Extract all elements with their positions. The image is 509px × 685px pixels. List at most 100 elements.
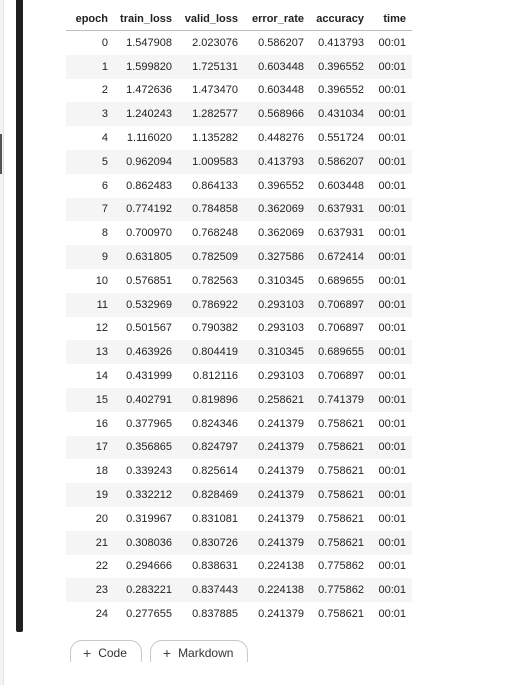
cell-time: 00:01	[370, 221, 412, 246]
cell-accuracy: 0.706897	[310, 364, 370, 388]
cell-time: 00:01	[370, 554, 412, 579]
cell-valid-loss: 2.023076	[178, 30, 244, 55]
cell-error-rate: 0.241379	[244, 435, 310, 460]
cell-epoch: 13	[66, 340, 114, 365]
cell-time: 00:01	[370, 435, 412, 460]
cell-time: 00:01	[370, 387, 412, 412]
cell-train-loss: 0.576851	[114, 268, 178, 293]
cell-train-loss: 0.377965	[114, 411, 178, 436]
cell-epoch: 4	[66, 126, 114, 150]
cell-train-loss: 0.339243	[114, 459, 178, 484]
table-row: 18 0.339243 0.825614 0.241379 0.758621 00:01	[66, 459, 412, 484]
cell-error-rate: 0.241379	[244, 459, 310, 484]
cell-output: epoch train_loss valid_loss error_rate a…	[66, 8, 412, 626]
add-code-cell-button[interactable]: + Code	[70, 640, 142, 662]
table-row: 13 0.463926 0.804419 0.310345 0.689655 00:01	[66, 340, 412, 365]
table-row: 4 1.116020 1.135282 0.448276 0.551724 00:01	[66, 126, 412, 150]
column-header-time: time	[370, 8, 412, 31]
cell-epoch: 18	[66, 459, 114, 484]
cell-valid-loss: 0.837885	[178, 602, 244, 626]
cell-accuracy: 0.706897	[310, 292, 370, 317]
cell-selection-bar[interactable]	[16, 0, 23, 632]
cell-time: 00:01	[370, 245, 412, 269]
cell-train-loss: 0.356865	[114, 435, 178, 460]
cell-accuracy: 0.396552	[310, 54, 370, 79]
cell-time: 00:01	[370, 459, 412, 484]
table-row: 16 0.377965 0.824346 0.241379 0.758621 00:01	[66, 411, 412, 436]
table-row: 23 0.283221 0.837443 0.224138 0.775862 00:01	[66, 578, 412, 603]
cell-time: 00:01	[370, 483, 412, 507]
cell-accuracy: 0.741379	[310, 387, 370, 412]
cell-train-loss: 1.599820	[114, 54, 178, 79]
column-header-train-loss: train_loss	[114, 8, 178, 31]
rail-indicator	[0, 134, 2, 174]
table-row: 12 0.501567 0.790382 0.293103 0.706897 00:01	[66, 316, 412, 341]
cell-valid-loss: 0.782509	[178, 245, 244, 269]
cell-error-rate: 0.241379	[244, 602, 310, 626]
cell-error-rate: 0.293103	[244, 292, 310, 317]
cell-error-rate: 0.224138	[244, 578, 310, 603]
cell-accuracy: 0.706897	[310, 316, 370, 341]
cell-time: 00:01	[370, 126, 412, 150]
table-row: 19 0.332212 0.828469 0.241379 0.758621 00:01	[66, 483, 412, 507]
cell-epoch: 17	[66, 435, 114, 460]
cell-time: 00:01	[370, 530, 412, 555]
cell-valid-loss: 0.768248	[178, 221, 244, 246]
notebook-page: epoch train_loss valid_loss error_rate a…	[0, 0, 509, 685]
cell-time: 00:01	[370, 364, 412, 388]
cell-valid-loss: 1.009583	[178, 149, 244, 174]
add-markdown-cell-button[interactable]: + Markdown	[149, 640, 249, 662]
cell-epoch: 19	[66, 483, 114, 507]
cell-time: 00:01	[370, 411, 412, 436]
column-header-valid-loss: valid_loss	[178, 8, 244, 31]
cell-valid-loss: 0.864133	[178, 173, 244, 198]
cell-valid-loss: 0.828469	[178, 483, 244, 507]
cell-epoch: 9	[66, 245, 114, 269]
table-row: 22 0.294666 0.838631 0.224138 0.775862 00:01	[66, 554, 412, 579]
cell-error-rate: 0.241379	[244, 506, 310, 531]
table-row: 1 1.599820 1.725131 0.603448 0.396552 00:01	[66, 54, 412, 79]
cell-error-rate: 0.293103	[244, 316, 310, 341]
cell-epoch: 0	[66, 30, 114, 55]
cell-train-loss: 0.283221	[114, 578, 178, 603]
cell-epoch: 10	[66, 268, 114, 293]
cell-accuracy: 0.603448	[310, 173, 370, 198]
cell-accuracy: 0.551724	[310, 126, 370, 150]
cell-train-loss: 0.532969	[114, 292, 178, 317]
cell-time: 00:01	[370, 506, 412, 531]
cell-time: 00:01	[370, 316, 412, 341]
cell-accuracy: 0.758621	[310, 435, 370, 460]
cell-accuracy: 0.758621	[310, 602, 370, 626]
cell-accuracy: 0.586207	[310, 149, 370, 174]
table-row: 11 0.532969 0.786922 0.293103 0.706897 00:01	[66, 292, 412, 317]
cell-train-loss: 0.332212	[114, 483, 178, 507]
cell-accuracy: 0.758621	[310, 459, 370, 484]
cell-valid-loss: 1.135282	[178, 126, 244, 150]
cell-epoch: 3	[66, 102, 114, 127]
cell-train-loss: 0.501567	[114, 316, 178, 341]
cell-valid-loss: 0.784858	[178, 197, 244, 222]
table-row: 6 0.862483 0.864133 0.396552 0.603448 00:01	[66, 173, 412, 198]
cell-valid-loss: 0.824346	[178, 411, 244, 436]
cell-time: 00:01	[370, 30, 412, 55]
cell-train-loss: 1.116020	[114, 126, 178, 150]
cell-error-rate: 0.241379	[244, 411, 310, 436]
table-row: 15 0.402791 0.819896 0.258621 0.741379 00:01	[66, 387, 412, 412]
cell-valid-loss: 0.825614	[178, 459, 244, 484]
table-row: 9 0.631805 0.782509 0.327586 0.672414 00:01	[66, 245, 412, 269]
cell-valid-loss: 0.824797	[178, 435, 244, 460]
cell-train-loss: 1.240243	[114, 102, 178, 127]
cell-valid-loss: 0.782563	[178, 268, 244, 293]
table-row: 20 0.319967 0.831081 0.241379 0.758621 00:01	[66, 506, 412, 531]
cell-accuracy: 0.672414	[310, 245, 370, 269]
cell-valid-loss: 1.282577	[178, 102, 244, 127]
cell-error-rate: 0.396552	[244, 173, 310, 198]
cell-valid-loss: 0.790382	[178, 316, 244, 341]
cell-valid-loss: 0.812116	[178, 364, 244, 388]
cell-time: 00:01	[370, 268, 412, 293]
cell-valid-loss: 0.837443	[178, 578, 244, 603]
cell-time: 00:01	[370, 578, 412, 603]
cell-epoch: 11	[66, 292, 114, 317]
table-header-row: epoch train_loss valid_loss error_rate a…	[66, 8, 412, 31]
cell-valid-loss: 0.838631	[178, 554, 244, 579]
